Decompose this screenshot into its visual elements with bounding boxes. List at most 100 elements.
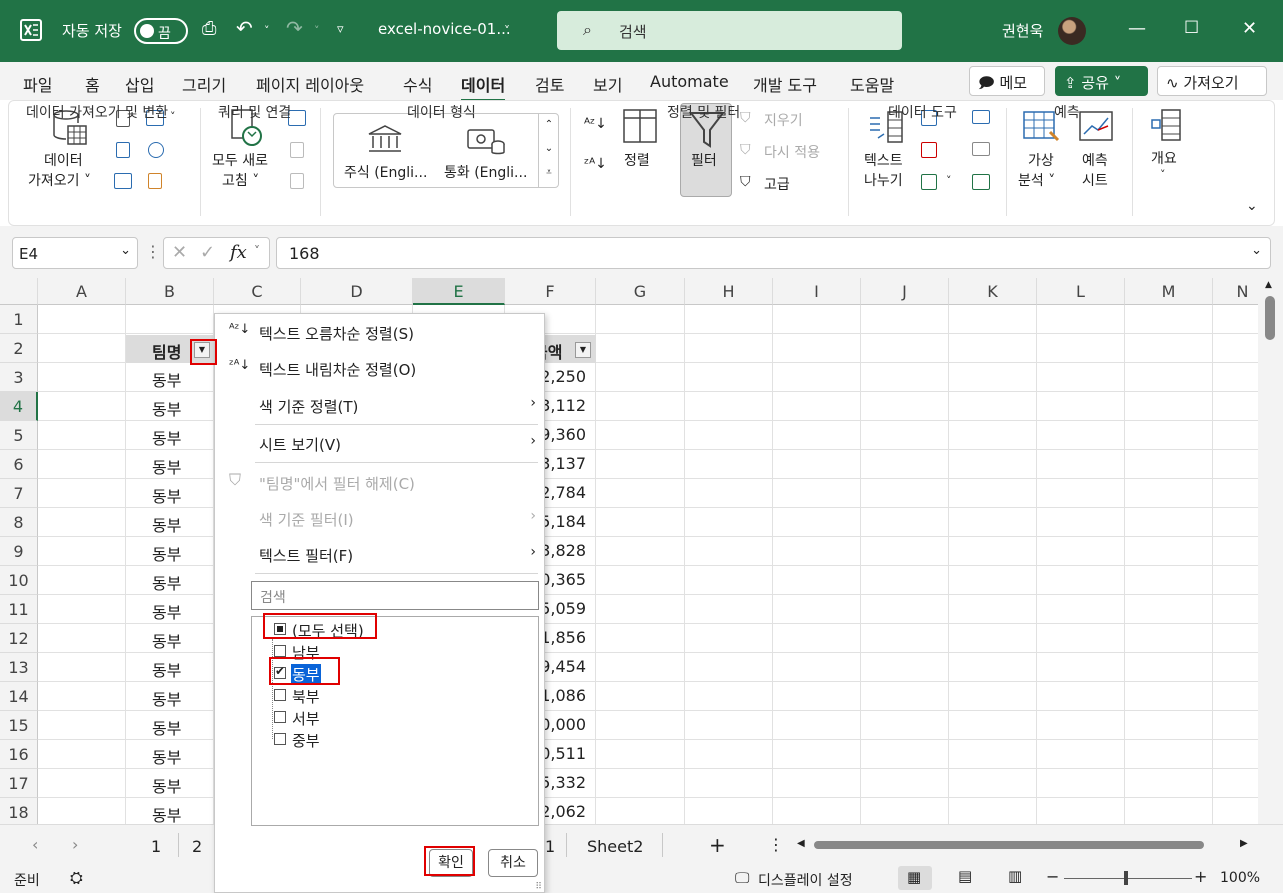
checkbox-south[interactable] — [274, 645, 286, 657]
checkbox-north[interactable] — [274, 689, 286, 701]
cell-team[interactable]: 동부 — [152, 541, 181, 565]
filter-value-list[interactable]: (모두 선택) 남부 ✔ 동부 북부 서부 중부 — [251, 616, 539, 826]
cell-team[interactable]: 동부 — [152, 686, 181, 710]
row-header-17[interactable]: 17 — [0, 769, 38, 798]
column-header-j[interactable]: J — [861, 278, 949, 305]
cell-team[interactable]: 동부 — [152, 599, 181, 623]
existing-connections-icon[interactable] — [148, 173, 162, 189]
cell-team[interactable]: 동부 — [152, 802, 181, 824]
minimize-icon[interactable]: — — [1128, 18, 1146, 39]
customize-qat-icon[interactable]: ▿ — [337, 22, 344, 37]
formula-input[interactable]: 168 ⌄ — [276, 237, 1271, 269]
zoom-slider[interactable] — [1064, 878, 1192, 879]
expand-formula-icon[interactable]: ⌄ — [1251, 243, 1262, 258]
column-header-d[interactable]: D — [301, 278, 413, 305]
row-header-8[interactable]: 8 — [0, 508, 38, 537]
vertical-scroll-thumb[interactable] — [1265, 296, 1275, 340]
confirm-entry-icon[interactable]: ✓ — [200, 242, 215, 263]
cell-team[interactable]: 동부 — [152, 773, 181, 797]
menu-developer[interactable]: 개발 도구 — [753, 72, 817, 96]
row-header-15[interactable]: 15 — [0, 711, 38, 740]
maximize-icon[interactable]: ☐ — [1184, 18, 1199, 38]
select-all-corner[interactable] — [0, 278, 38, 305]
horizontal-scroll-thumb[interactable] — [814, 841, 1204, 849]
cell-team[interactable]: 동부 — [152, 657, 181, 681]
cell-team[interactable]: 동부 — [152, 570, 181, 594]
close-icon[interactable]: ✕ — [1242, 18, 1257, 39]
row-header-2[interactable]: 2 — [0, 334, 38, 363]
display-settings-icon[interactable]: 🖵 — [735, 869, 749, 887]
cancel-entry-icon[interactable]: ✕ — [172, 242, 187, 263]
data-validation-icon[interactable] — [921, 174, 937, 190]
column-header-e[interactable]: E — [413, 278, 505, 305]
undo-icon[interactable]: ↶ — [236, 16, 253, 40]
cell-team[interactable]: 동부 — [152, 512, 181, 536]
row-header-6[interactable]: 6 — [0, 450, 38, 479]
scroll-right-icon[interactable]: ▶ — [1240, 838, 1248, 849]
from-web-2-icon[interactable] — [116, 142, 130, 158]
get-data-label-2[interactable]: 가져오기 ˅ — [28, 170, 91, 190]
cell-team[interactable]: 동부 — [152, 744, 181, 768]
insert-function-icon[interactable]: fx — [230, 242, 247, 263]
filename-chevron-icon[interactable]: ˅ — [504, 24, 510, 38]
zoom-slider-thumb[interactable] — [1124, 871, 1128, 885]
row-header-7[interactable]: 7 — [0, 479, 38, 508]
checkbox-west[interactable] — [274, 711, 286, 723]
row-header-14[interactable]: 14 — [0, 682, 38, 711]
forecast-label-2[interactable]: 시트 — [1082, 170, 1108, 190]
row-header-13[interactable]: 13 — [0, 653, 38, 682]
normal-view-button[interactable]: ▦ — [898, 866, 932, 890]
file-name[interactable]: excel-novice-01... — [378, 20, 511, 38]
save-icon[interactable]: ⎙ — [202, 18, 216, 39]
accessibility-icon[interactable]: ⛭ — [70, 868, 83, 888]
column-header-h[interactable]: H — [685, 278, 773, 305]
display-settings-label[interactable]: 디스플레이 설정 — [758, 870, 853, 890]
column-header-k[interactable]: K — [949, 278, 1037, 305]
remove-duplicates-icon[interactable] — [921, 142, 937, 158]
data-model-icon[interactable] — [972, 174, 990, 190]
vertical-scrollbar[interactable]: ▲ — [1258, 278, 1283, 824]
column-header-a[interactable]: A — [38, 278, 126, 305]
cancel-button[interactable]: 취소 — [488, 849, 538, 877]
column-header-g[interactable]: G — [596, 278, 685, 305]
worksheet-grid[interactable]: ABCDEFGHIJKLMN 1 2 3 4 5 6 7 8 9 10 11 12 13 14 15 16 17… — [0, 278, 1258, 824]
more-options-icon[interactable]: ⋮ — [145, 242, 161, 261]
ribbon-collapse-icon[interactable]: ⌄ — [1246, 198, 1258, 214]
row-header-9[interactable]: 9 — [0, 537, 38, 566]
text-filter-item[interactable]: 텍스트 필터(F) — [259, 545, 353, 566]
sheet-tab-2[interactable]: 2 — [192, 837, 202, 856]
menu-file[interactable]: 파일 — [23, 72, 52, 96]
row-header-3[interactable]: 3 — [0, 363, 38, 392]
cell-team[interactable]: 동부 — [152, 715, 181, 739]
forecast-sheet-icon[interactable] — [1078, 110, 1116, 144]
row-header-10[interactable]: 10 — [0, 566, 38, 595]
page-break-view-icon[interactable]: ▥ — [1008, 867, 1022, 885]
column-header-i[interactable]: I — [773, 278, 861, 305]
sort-az-icon[interactable]: ᴬᶻ↓ — [584, 116, 607, 132]
filter-search-input[interactable]: 검색 — [251, 581, 539, 610]
menu-review[interactable]: 검토 — [535, 72, 564, 96]
sheet-tab-sheet2[interactable]: Sheet2 — [587, 837, 643, 856]
currency-icon[interactable] — [466, 126, 506, 156]
row-header-5[interactable]: 5 — [0, 421, 38, 450]
menu-home[interactable]: 홈 — [85, 72, 100, 96]
sort-by-color-item[interactable]: 색 기준 정렬(T) — [259, 396, 358, 417]
label-central[interactable]: 중부 — [292, 730, 320, 751]
clear-label[interactable]: 지우기 — [764, 110, 803, 130]
gallery-scroll[interactable]: ⌃ ⌄ ⩡ — [538, 113, 559, 188]
scroll-left-icon[interactable]: ◀ — [797, 838, 805, 849]
sheet-view-item[interactable]: 시트 보기(V) — [259, 434, 341, 455]
outline-label[interactable]: 개요 — [1151, 148, 1177, 168]
cell-team[interactable]: 동부 — [152, 425, 181, 449]
sort-ascending-item[interactable]: 텍스트 오름차순 정렬(S) — [259, 323, 414, 344]
column-header-l[interactable]: L — [1037, 278, 1125, 305]
menu-page-layout[interactable]: 페이지 레이아웃 — [256, 72, 364, 96]
sort-descending-item[interactable]: 텍스트 내림차순 정렬(O) — [259, 359, 416, 380]
stock-label[interactable]: 주식 (Engli... — [344, 162, 427, 182]
row-header-4[interactable]: 4 — [0, 392, 38, 421]
column-header-b[interactable]: B — [126, 278, 214, 305]
sort-icon[interactable] — [622, 108, 658, 144]
menu-draw[interactable]: 그리기 — [182, 72, 226, 96]
relationships-icon[interactable] — [972, 142, 990, 156]
row-header-16[interactable]: 16 — [0, 740, 38, 769]
